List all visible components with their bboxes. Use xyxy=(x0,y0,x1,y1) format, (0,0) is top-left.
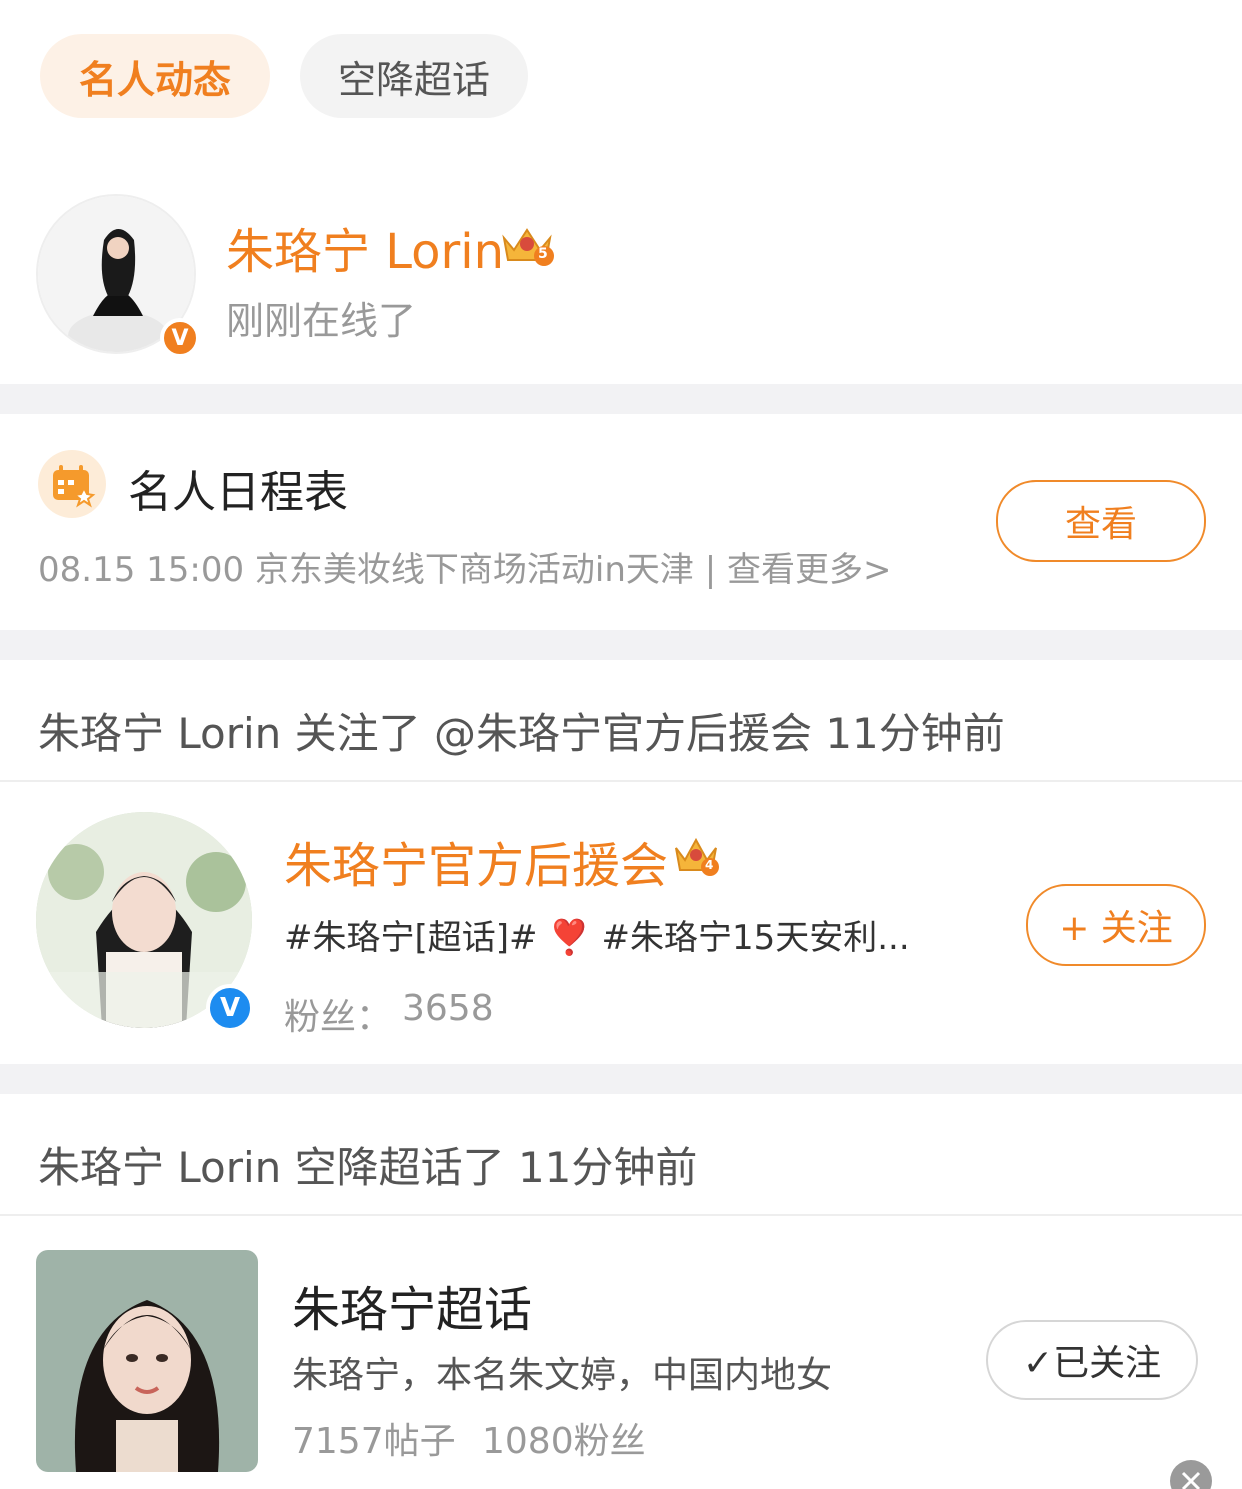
section-divider xyxy=(0,1064,1242,1094)
fans-label: 粉丝： xyxy=(284,997,393,1038)
supertopic-posts: 7157帖子 xyxy=(292,1421,456,1462)
section-divider xyxy=(0,630,1242,660)
supertopic-name[interactable]: 朱珞宁超话 xyxy=(292,1270,532,1340)
close-icon[interactable] xyxy=(1170,1460,1212,1489)
online-status: 刚刚在线了 xyxy=(226,299,417,343)
tab-airdrop-supertopic[interactable]: 空降超话 xyxy=(300,34,528,118)
supertopic-description: 朱珞宁，本名朱文婷，中国内地女 xyxy=(292,1355,833,1396)
schedule-title: 名人日程表 xyxy=(128,467,348,518)
fans-count: 3658 xyxy=(402,988,494,1029)
fanclub-name[interactable]: 朱珞宁官方后援会 xyxy=(284,826,668,896)
crown-level: 4 xyxy=(705,858,714,872)
divider-line xyxy=(0,1214,1242,1216)
divider-line xyxy=(0,780,1242,782)
section-divider xyxy=(0,384,1242,414)
supertopic-activity-text: 朱珞宁 Lorin 空降超话了 11分钟前 xyxy=(38,1143,698,1192)
follow-activity-text: 朱珞宁 Lorin 关注了 @朱珞宁官方后援会 11分钟前 xyxy=(38,709,1005,758)
supertopic-fans: 1080粉丝 xyxy=(482,1421,646,1462)
profile-name[interactable]: 朱珞宁 Lorin xyxy=(226,212,504,282)
calendar-icon xyxy=(38,450,106,518)
crown-level: 5 xyxy=(538,246,548,262)
verified-badge-orange: V xyxy=(160,318,200,358)
schedule-event[interactable]: 08.15 15:00 京东美妆线下商场活动in天津 | 查看更多> xyxy=(38,542,892,591)
supertopic-cover[interactable] xyxy=(36,1250,258,1472)
tab-celebrity-news[interactable]: 名人动态 xyxy=(40,34,270,118)
crown-badge-icon: 4 xyxy=(672,832,720,878)
crown-badge-icon: 5 xyxy=(498,220,556,268)
follow-button[interactable]: + 关注 xyxy=(1026,884,1206,966)
fanclub-description: #朱珞宁[超话]# ❣️ #朱珞宁15天安利... xyxy=(284,918,910,958)
verified-badge-blue: V xyxy=(206,984,254,1032)
followed-button[interactable]: ✓已关注 xyxy=(986,1320,1198,1400)
view-schedule-button[interactable]: 查看 xyxy=(996,480,1206,562)
